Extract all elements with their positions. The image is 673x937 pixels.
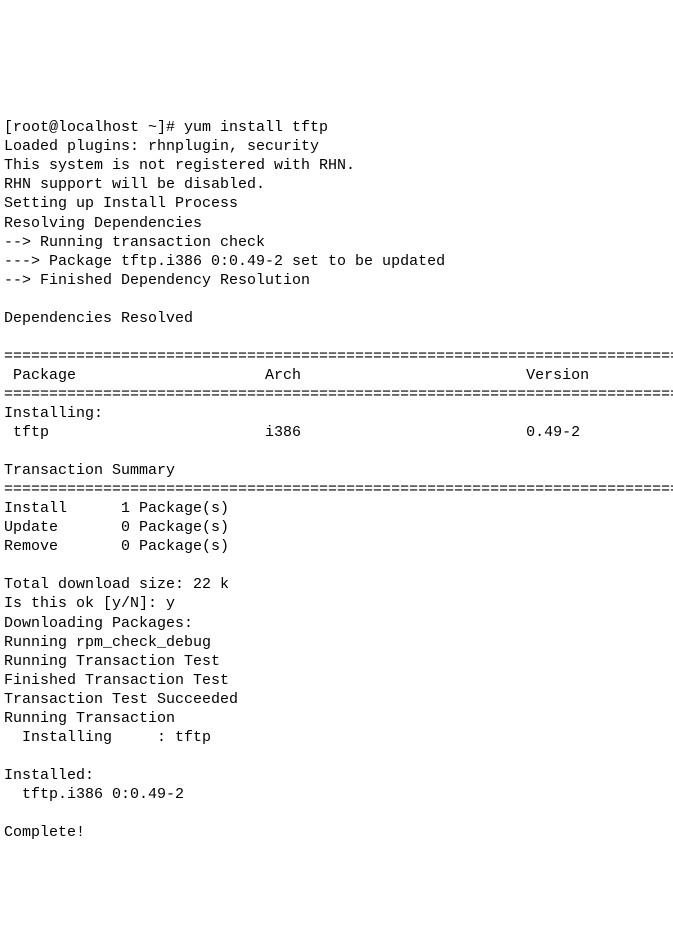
package-table-row: tftp i386 0.49-2 (4, 424, 580, 441)
terminal-output: [root@localhost ~]# yum install tftp Loa… (0, 95, 673, 842)
transaction-install-count: Install 1 Package(s) (4, 500, 229, 517)
output-line: Running rpm_check_debug (4, 634, 211, 651)
installing-section-label: Installing: (4, 405, 103, 422)
shell-prompt-line[interactable]: [root@localhost ~]# yum install tftp (4, 119, 328, 136)
output-line: --> Running transaction check (4, 234, 265, 251)
output-line: Installing : tftp (4, 729, 211, 746)
output-line: Resolving Dependencies (4, 215, 202, 232)
installed-package: tftp.i386 0:0.49-2 (4, 786, 184, 803)
output-line: RHN support will be disabled. (4, 176, 265, 193)
output-line: Setting up Install Process (4, 195, 238, 212)
output-line: ---> Package tftp.i386 0:0.49-2 set to b… (4, 253, 445, 270)
download-size: Total download size: 22 k (4, 576, 229, 593)
output-line: Running Transaction (4, 710, 175, 727)
output-line: Downloading Packages: (4, 615, 193, 632)
transaction-summary-header: Transaction Summary (4, 462, 175, 479)
transaction-remove-count: Remove 0 Package(s) (4, 538, 229, 555)
horizontal-rule: ========================================… (4, 386, 673, 403)
package-table-header: Package Arch Version (4, 367, 589, 384)
dependencies-resolved-header: Dependencies Resolved (4, 310, 193, 327)
transaction-update-count: Update 0 Package(s) (4, 519, 229, 536)
output-line: Running Transaction Test (4, 653, 220, 670)
horizontal-rule: ========================================… (4, 348, 673, 365)
horizontal-rule: ========================================… (4, 481, 673, 498)
complete-line: Complete! (4, 824, 85, 841)
installed-header: Installed: (4, 767, 94, 784)
output-line: Loaded plugins: rhnplugin, security (4, 138, 319, 155)
output-line: Transaction Test Succeeded (4, 691, 238, 708)
output-line: This system is not registered with RHN. (4, 157, 355, 174)
confirm-prompt[interactable]: Is this ok [y/N]: y (4, 595, 175, 612)
output-line: Finished Transaction Test (4, 672, 229, 689)
output-line: --> Finished Dependency Resolution (4, 272, 310, 289)
